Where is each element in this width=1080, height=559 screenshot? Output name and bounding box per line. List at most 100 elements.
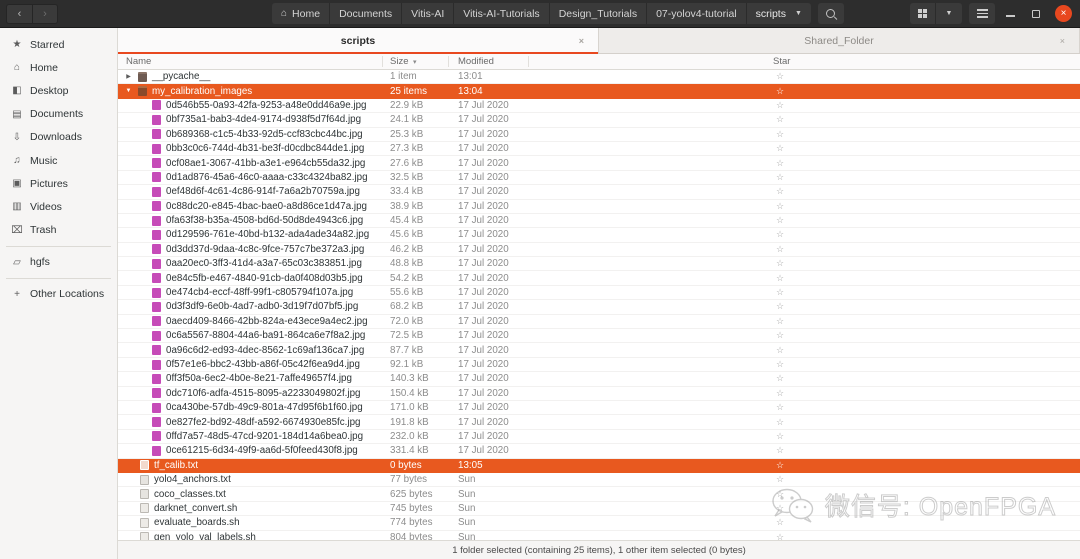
- star-icon[interactable]: ☆: [776, 215, 784, 226]
- star-icon[interactable]: ☆: [776, 114, 784, 125]
- sidebar-item-downloads[interactable]: ⇩ Downloads: [0, 126, 117, 149]
- sort-caret-icon[interactable]: ▾: [413, 58, 417, 66]
- star-icon[interactable]: ☆: [776, 273, 784, 284]
- table-row[interactable]: 0a96c6d2-ed93-4dec-8562-1c69af136ca7.jpg…: [118, 343, 1080, 357]
- star-icon[interactable]: ☆: [776, 431, 784, 442]
- star-icon[interactable]: ☆: [776, 229, 784, 240]
- table-row[interactable]: 0bb3c0c6-744d-4b31-be3f-d0cdbc844de1.jpg…: [118, 142, 1080, 156]
- file-list[interactable]: ▶__pycache__1 item13:01☆▼my_calibration_…: [118, 70, 1080, 540]
- breadcrumb-item-scripts[interactable]: scripts ▼: [747, 3, 811, 24]
- star-icon[interactable]: ☆: [776, 532, 784, 540]
- close-icon[interactable]: ×: [1060, 36, 1065, 46]
- forward-button[interactable]: ›: [32, 4, 58, 24]
- table-row[interactable]: 0ca430be-57db-49c9-801a-47d95f6b1f60.jpg…: [118, 401, 1080, 415]
- sidebar-item-pictures[interactable]: ▣ Pictures: [0, 172, 117, 195]
- table-row[interactable]: 0bf735a1-bab3-4de4-9174-d938f5d7f64d.jpg…: [118, 113, 1080, 127]
- star-icon[interactable]: ☆: [776, 359, 784, 370]
- sidebar-item-music[interactable]: ♫ Music: [0, 149, 117, 172]
- breadcrumb-item-documents[interactable]: Documents: [330, 3, 402, 24]
- table-row[interactable]: 0cf08ae1-3067-41bb-a3e1-e964cb55da32.jpg…: [118, 156, 1080, 170]
- sidebar-item-desktop[interactable]: ◧ Desktop: [0, 79, 117, 102]
- sidebar-item-starred[interactable]: ★ Starred: [0, 33, 117, 56]
- table-row[interactable]: 0c6a5567-8804-44a6-ba91-864ca6e7f8a2.jpg…: [118, 329, 1080, 343]
- main-menu-button[interactable]: [969, 3, 995, 24]
- table-row[interactable]: darknet_convert.sh745 bytesSun☆: [118, 502, 1080, 516]
- star-icon[interactable]: ☆: [776, 345, 784, 356]
- star-icon[interactable]: ☆: [776, 489, 784, 500]
- star-icon[interactable]: ☆: [776, 330, 784, 341]
- table-row[interactable]: 0dc710f6-adfa-4515-8095-a2233049802f.jpg…: [118, 387, 1080, 401]
- table-row[interactable]: 0d1ad876-45a6-46c0-aaaa-c33c4324ba82.jpg…: [118, 171, 1080, 185]
- star-icon[interactable]: ☆: [776, 258, 784, 269]
- view-options-button[interactable]: ▼: [936, 3, 962, 24]
- tab-shared-folder[interactable]: Shared_Folder ×: [599, 28, 1080, 53]
- table-row[interactable]: coco_classes.txt625 bytesSun☆: [118, 487, 1080, 501]
- table-row[interactable]: yolo4_anchors.txt77 bytesSun☆: [118, 473, 1080, 487]
- column-header-name[interactable]: Name: [126, 56, 151, 67]
- table-row[interactable]: 0e474cb4-eccf-48ff-99f1-c805794f107a.jpg…: [118, 286, 1080, 300]
- sidebar-item-hgfs[interactable]: ▱ hgfs: [0, 251, 117, 274]
- star-icon[interactable]: ☆: [776, 172, 784, 183]
- breadcrumb-item-home[interactable]: ⌂ Home: [272, 3, 330, 24]
- table-row[interactable]: 0ff3f50a-6ec2-4b0e-8e21-7affe49657f4.jpg…: [118, 372, 1080, 386]
- star-icon[interactable]: ☆: [776, 287, 784, 298]
- star-icon[interactable]: ☆: [776, 129, 784, 140]
- table-row[interactable]: 0d3f3df9-6e0b-4ad7-adb0-3d19f7d07bf5.jpg…: [118, 300, 1080, 314]
- table-row[interactable]: 0c88dc20-e845-4bac-bae0-a8d86ce1d47a.jpg…: [118, 200, 1080, 214]
- star-icon[interactable]: ☆: [776, 244, 784, 255]
- column-divider[interactable]: [448, 56, 449, 67]
- table-row[interactable]: ▼my_calibration_images25 items13:04☆: [118, 84, 1080, 98]
- breadcrumb-item-vitis-ai[interactable]: Vitis-AI: [402, 3, 454, 24]
- table-row[interactable]: 0d3dd37d-9daa-4c8c-9fce-757c7be372a3.jpg…: [118, 243, 1080, 257]
- maximize-button[interactable]: [1025, 3, 1047, 25]
- star-icon[interactable]: ☆: [776, 503, 784, 514]
- table-row[interactable]: 0aa20ec0-3ff3-41d4-a3a7-65c03c383851.jpg…: [118, 257, 1080, 271]
- column-header-star[interactable]: Star: [773, 56, 790, 67]
- breadcrumb-item-design-tutorials[interactable]: Design_Tutorials: [550, 3, 647, 24]
- column-divider[interactable]: [382, 56, 383, 67]
- search-button[interactable]: [818, 3, 844, 24]
- table-row[interactable]: 0ce61215-6d34-49f9-aa6d-5f0feed430f8.jpg…: [118, 444, 1080, 458]
- table-row[interactable]: ▶__pycache__1 item13:01☆: [118, 70, 1080, 84]
- sidebar-item-trash[interactable]: ⌧ Trash: [0, 219, 117, 242]
- star-icon[interactable]: ☆: [776, 301, 784, 312]
- table-row[interactable]: 0ef48d6f-4c61-4c86-914f-7a6a2b70759a.jpg…: [118, 185, 1080, 199]
- table-row[interactable]: evaluate_boards.sh774 bytesSun☆: [118, 516, 1080, 530]
- breadcrumb-item-vitis-ai-tutorials[interactable]: Vitis-AI-Tutorials: [454, 3, 549, 24]
- star-icon[interactable]: ☆: [776, 517, 784, 528]
- close-button[interactable]: ×: [1055, 5, 1072, 22]
- grid-view-button[interactable]: [910, 3, 936, 24]
- breadcrumb-item-yolov4-tutorial[interactable]: 07-yolov4-tutorial: [647, 3, 747, 24]
- sidebar-item-documents[interactable]: ▤ Documents: [0, 103, 117, 126]
- table-row[interactable]: tf_calib.txt0 bytes13:05☆: [118, 459, 1080, 473]
- table-row[interactable]: 0d546b55-0a93-42fa-9253-a48e0dd46a9e.jpg…: [118, 99, 1080, 113]
- table-row[interactable]: 0d129596-761e-40bd-b132-ada4ade34a82.jpg…: [118, 228, 1080, 242]
- table-row[interactable]: 0fa63f38-b35a-4508-bd6d-50d8de4943c6.jpg…: [118, 214, 1080, 228]
- close-icon[interactable]: ×: [579, 36, 584, 46]
- star-icon[interactable]: ☆: [776, 388, 784, 399]
- minimize-button[interactable]: [999, 3, 1021, 25]
- star-icon[interactable]: ☆: [776, 402, 784, 413]
- table-row[interactable]: 0f57e1e6-bbc2-43bb-a86f-05c42f6ea9d4.jpg…: [118, 358, 1080, 372]
- star-icon[interactable]: ☆: [776, 100, 784, 111]
- table-row[interactable]: 0e827fe2-bd92-48df-a592-6674930e85fc.jpg…: [118, 415, 1080, 429]
- star-icon[interactable]: ☆: [776, 186, 784, 197]
- star-icon[interactable]: ☆: [776, 71, 784, 82]
- star-icon[interactable]: ☆: [776, 445, 784, 456]
- star-icon[interactable]: ☆: [776, 201, 784, 212]
- star-icon[interactable]: ☆: [776, 373, 784, 384]
- back-button[interactable]: ‹: [6, 4, 32, 24]
- star-icon[interactable]: ☆: [776, 474, 784, 485]
- table-row[interactable]: 0b689368-c1c5-4b33-92d5-ccf83cbc44bc.jpg…: [118, 128, 1080, 142]
- chevron-down-icon[interactable]: ▼: [124, 88, 133, 94]
- table-row[interactable]: 0aecd409-8466-42bb-824a-e43ece9a4ec2.jpg…: [118, 315, 1080, 329]
- column-header-size[interactable]: Size: [390, 56, 408, 67]
- star-icon[interactable]: ☆: [776, 460, 784, 471]
- star-icon[interactable]: ☆: [776, 158, 784, 169]
- star-icon[interactable]: ☆: [776, 86, 784, 97]
- column-divider[interactable]: [528, 56, 529, 67]
- star-icon[interactable]: ☆: [776, 143, 784, 154]
- sidebar-item-videos[interactable]: ▥ Videos: [0, 195, 117, 218]
- column-header-modified[interactable]: Modified: [458, 56, 494, 67]
- sidebar-item-home[interactable]: ⌂ Home: [0, 56, 117, 79]
